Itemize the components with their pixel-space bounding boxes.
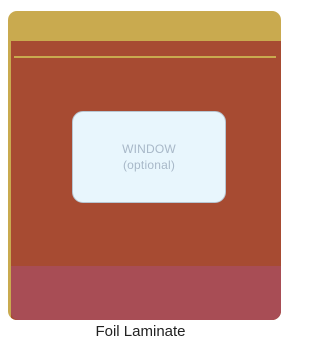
window-panel: WINDOW (optional): [72, 111, 226, 203]
window-label: WINDOW: [122, 142, 176, 156]
zipper-seal-line: [14, 56, 276, 58]
material-caption: Foil Laminate: [95, 323, 186, 340]
pouch-diagram: WINDOW (optional) Foil Laminate: [0, 0, 281, 343]
window-optional-label: (optional): [122, 158, 176, 172]
bottom-gusset: [11, 266, 281, 320]
